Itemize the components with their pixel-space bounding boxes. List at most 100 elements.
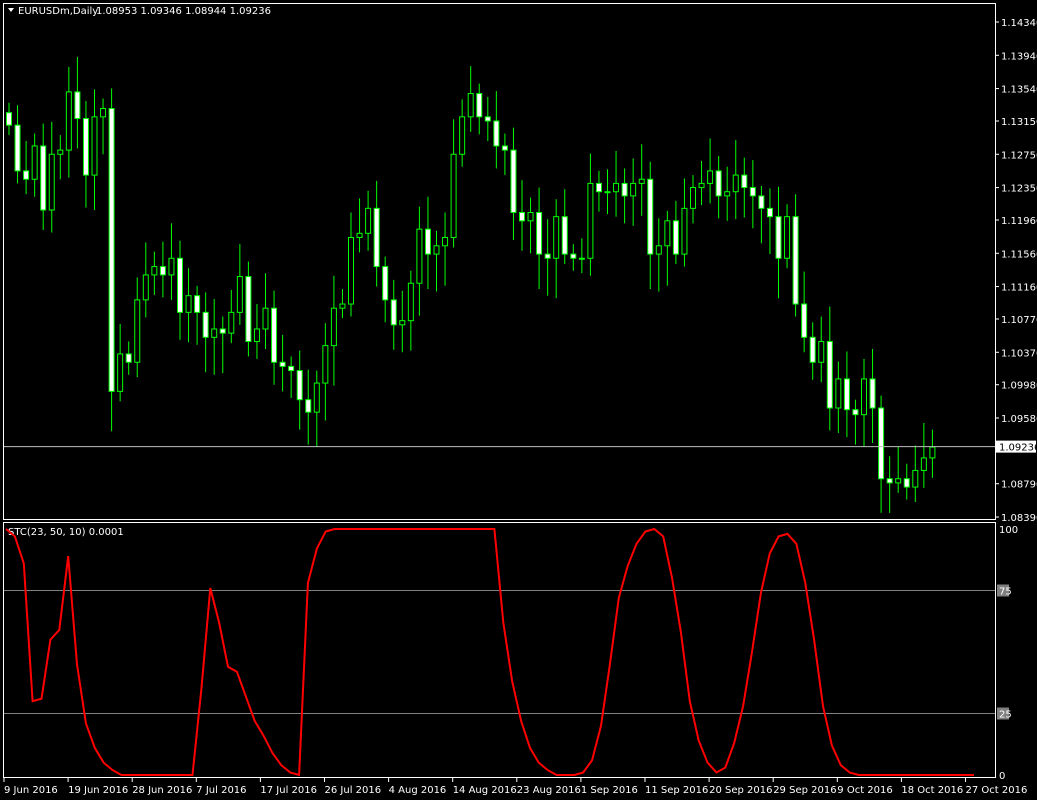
candle-body xyxy=(228,311,235,334)
candle-body xyxy=(724,191,731,197)
candle-body xyxy=(74,91,81,120)
candle-body xyxy=(707,170,714,184)
candle-body xyxy=(134,299,141,363)
candle-body xyxy=(895,478,902,484)
price-tick-label: 1.13540 xyxy=(1001,85,1037,96)
price-tick-label: 1.10770 xyxy=(1001,315,1037,326)
candle-body xyxy=(459,116,466,155)
candle-body xyxy=(194,295,201,313)
candle-body xyxy=(809,336,816,363)
candle-body xyxy=(296,370,303,401)
price-tick-label: 1.09980 xyxy=(1001,381,1037,392)
candle-body xyxy=(6,112,12,126)
candle-body xyxy=(570,253,577,259)
candle-body xyxy=(91,116,98,176)
candle-body xyxy=(595,182,602,193)
candle-body xyxy=(732,174,739,193)
candle-body xyxy=(869,378,876,409)
candle-body xyxy=(65,91,72,151)
candle-body xyxy=(775,216,782,259)
candle-body xyxy=(14,124,21,172)
candle-body xyxy=(578,257,585,260)
candle-body xyxy=(698,182,705,189)
candle-body xyxy=(48,153,55,211)
candle-body xyxy=(211,328,218,338)
indicator-tick-label: 100 xyxy=(999,525,1018,536)
candle-body xyxy=(202,311,209,338)
candle-body xyxy=(861,378,867,416)
candle-body xyxy=(920,457,927,471)
candle xyxy=(108,88,115,432)
chart-stage: EURUSDm,Daily 1.08953 1.09346 1.08944 1.… xyxy=(0,0,1037,800)
indicator-tick-label: 25 xyxy=(999,710,1012,721)
candle-body xyxy=(100,108,107,118)
candle-body xyxy=(279,361,286,367)
time-tick-label: 1 Sep 2016 xyxy=(581,785,638,796)
candle-body xyxy=(399,320,406,326)
candle-body xyxy=(536,212,543,255)
ohlc-readout: 1.08953 1.09346 1.08944 1.09236 xyxy=(96,6,271,17)
candle-body xyxy=(929,446,936,459)
price-tick-label: 1.10370 xyxy=(1001,348,1037,359)
candle-body xyxy=(23,170,30,180)
indicator-title: STC(23, 50, 10) 0.0001 xyxy=(8,527,124,538)
candle-body xyxy=(903,478,910,488)
time-tick-label: 7 Jul 2016 xyxy=(196,785,246,796)
symbol-title: EURUSDm,Daily xyxy=(18,6,98,17)
time-tick-label: 28 Jun 2016 xyxy=(132,785,192,796)
candle-body xyxy=(638,178,645,184)
price-tick-label: 1.08790 xyxy=(1001,480,1037,491)
price-tick-label: 1.12350 xyxy=(1001,184,1037,195)
candle-body xyxy=(766,207,773,218)
candle-body xyxy=(792,216,799,305)
price-tick-label: 1.11560 xyxy=(1001,249,1037,260)
candle-body xyxy=(219,328,226,334)
candle-body xyxy=(151,266,158,276)
candle-body xyxy=(553,216,560,259)
candle-body xyxy=(348,236,354,305)
price-tick-label: 1.08390 xyxy=(1001,513,1037,524)
candle-body xyxy=(741,174,748,189)
current-price-label: 1.09236 xyxy=(999,443,1037,454)
candle-body xyxy=(339,303,346,309)
candle-body xyxy=(690,187,696,209)
candle-body xyxy=(125,353,132,363)
time-tick-label: 17 Jul 2016 xyxy=(260,785,317,796)
indicator-tick-label: 0 xyxy=(999,771,1005,782)
candle-body xyxy=(647,178,654,255)
time-tick-label: 26 Jul 2016 xyxy=(325,785,382,796)
candle-body xyxy=(57,149,64,155)
price-tick-label: 1.14340 xyxy=(1001,18,1037,29)
candle-body xyxy=(236,276,243,313)
candle-body xyxy=(253,328,260,342)
time-tick-label: 19 Jun 2016 xyxy=(68,785,128,796)
candle-body xyxy=(117,353,124,392)
candle-body xyxy=(40,145,47,211)
time-tick-label: 29 Sep 2016 xyxy=(773,785,836,796)
candle-body xyxy=(544,253,551,259)
candle-body xyxy=(835,378,842,409)
candle-body xyxy=(912,469,919,488)
indicator-tick-label: 75 xyxy=(999,587,1012,598)
candle-body xyxy=(450,153,457,238)
time-tick-label: 9 Oct 2016 xyxy=(837,785,892,796)
candle-body xyxy=(476,93,483,118)
candle-body xyxy=(527,212,534,222)
candle-body xyxy=(843,378,850,411)
candle-body xyxy=(407,282,414,322)
candle-body xyxy=(390,299,397,326)
candle-body xyxy=(749,187,756,197)
time-tick-label: 18 Oct 2016 xyxy=(901,785,963,796)
candle-body xyxy=(330,307,337,347)
candle-body xyxy=(613,182,620,193)
time-tick-label: 20 Sep 2016 xyxy=(709,785,772,796)
candle-body xyxy=(416,228,423,284)
price-tick-label: 1.13940 xyxy=(1001,51,1037,62)
candle-body xyxy=(365,207,372,234)
price-tick-label: 1.11160 xyxy=(1001,283,1037,294)
candle-body xyxy=(442,236,449,247)
candle-body xyxy=(142,274,149,301)
candle-body xyxy=(604,191,611,194)
price-tick-label: 1.11960 xyxy=(1001,216,1037,227)
candle-body xyxy=(878,407,885,480)
